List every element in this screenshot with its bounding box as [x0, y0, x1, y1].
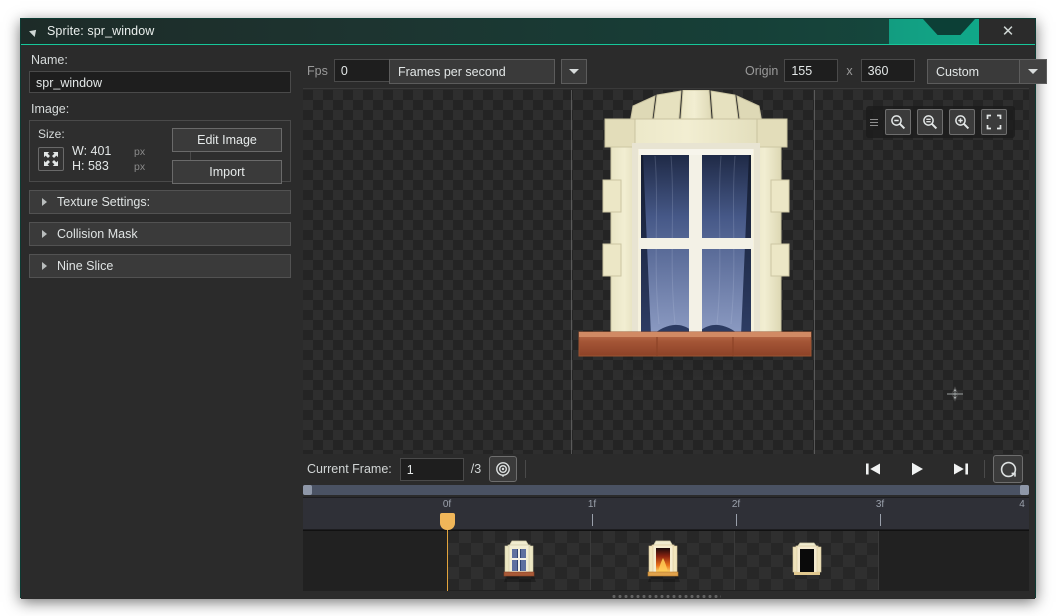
scrollbar-left-handle[interactable] [303, 485, 312, 495]
zoom-in-icon[interactable] [949, 109, 975, 135]
play-button[interactable] [902, 457, 932, 481]
current-frame-label: Current Frame: [307, 462, 392, 476]
name-label: Name: [31, 53, 68, 67]
screenshot-root: Sprite: spr_window ✕ Name: spr_window Im… [0, 0, 1056, 616]
frame-control-bar: Current Frame: 1 /3 [303, 454, 1029, 484]
skip-to-end-button[interactable] [946, 457, 976, 481]
ruler-tick-label: 2f [731, 499, 741, 510]
window-title: Sprite: spr_window [47, 24, 155, 38]
origin-crosshair-icon[interactable] [947, 386, 963, 402]
image-width-value: W: 401 [72, 144, 112, 158]
current-frame-input[interactable]: 1 [399, 457, 464, 481]
chevron-right-icon [42, 262, 47, 270]
playhead-handle[interactable] [440, 513, 455, 530]
editor-area: Fps 0 Frames per second Origin 155 x 360… [303, 53, 1047, 599]
frame-thumbnail-2[interactable] [591, 531, 735, 590]
fit-to-screen-icon[interactable] [981, 109, 1007, 135]
image-height-unit: px [134, 161, 146, 173]
image-size-box: Size: W: 401 px H: 583 px Edit Image Imp… [29, 120, 291, 184]
sprite-image-window-blue [578, 90, 812, 386]
fps-group: Fps 0 [307, 59, 402, 82]
playhead-line [446, 530, 448, 591]
scrollbar-right-handle[interactable] [1020, 485, 1029, 495]
origin-preset-value: Custom [936, 64, 980, 79]
loop-toggle-button[interactable] [993, 455, 1023, 483]
properties-panel: Name: spr_window Image: Size: W: 401 px … [29, 53, 291, 591]
import-button[interactable]: Import [172, 160, 282, 184]
chevron-down-icon [569, 69, 579, 74]
toolbar-grip-icon[interactable] [870, 118, 878, 126]
playback-mode-group: Frames per second [389, 59, 587, 84]
total-frames-label: /3 [470, 462, 482, 476]
origin-y-input[interactable]: 360 [860, 59, 915, 82]
timeline: 0f 1f 2f 3f 4 [303, 484, 1029, 599]
timeline-ruler[interactable]: 0f 1f 2f 3f 4 [303, 497, 1029, 530]
window-body: Name: spr_window Image: Size: W: 401 px … [21, 45, 1047, 599]
image-label: Image: [31, 102, 70, 116]
ruler-tick-label: 3f [875, 499, 885, 510]
section-nine-slice[interactable]: Nine Slice [29, 254, 291, 278]
sprite-name-input[interactable]: spr_window [29, 71, 291, 93]
frame-thumbnail-1[interactable] [447, 531, 591, 590]
section-nine-slice-label: Nine Slice [57, 259, 114, 273]
section-texture-settings[interactable]: Texture Settings: [29, 190, 291, 214]
resize-arrows-icon[interactable] [38, 146, 64, 171]
sprite-canvas[interactable] [303, 90, 1029, 454]
origin-label: Origin [745, 63, 779, 78]
playback-mode-value: Frames per second [398, 64, 506, 79]
chevron-right-icon [42, 198, 47, 206]
toolbar-divider [525, 460, 527, 478]
origin-x-input[interactable]: 155 [784, 59, 839, 82]
image-width-unit: px [134, 146, 146, 158]
canvas-zoom-toolbar [866, 106, 1015, 138]
playback-mode-dropdown[interactable]: Frames per second [389, 59, 555, 84]
frames-track[interactable] [303, 530, 1029, 591]
sprite-editor-window: Sprite: spr_window ✕ Name: spr_window Im… [20, 18, 1047, 599]
resize-grip-icon[interactable] [611, 594, 721, 599]
chevron-right-icon [42, 230, 47, 238]
ruler-tick-label: 4 [1019, 499, 1025, 510]
timeline-horizontal-scrollbar[interactable] [303, 484, 1029, 496]
ruler-tick-label: 1f [587, 499, 597, 510]
frame-thumbnail-3[interactable] [735, 531, 879, 590]
chevron-down-icon [1019, 60, 1046, 83]
scrollbar-track[interactable] [303, 485, 1029, 495]
fps-label: Fps [307, 63, 328, 78]
section-texture-settings-label: Texture Settings: [57, 195, 151, 209]
sprite-toolbar: Fps 0 Frames per second Origin 155 x 360… [303, 53, 1047, 89]
zoom-out-icon[interactable] [885, 109, 911, 135]
playback-mode-dropdown-arrow[interactable] [561, 59, 587, 84]
section-collision-mask-label: Collision Mask [57, 227, 138, 241]
close-icon[interactable]: ✕ [987, 19, 1029, 44]
origin-preset-dropdown[interactable]: Custom [927, 59, 1047, 84]
titlebar-notch [923, 19, 975, 35]
skip-to-start-button[interactable] [858, 457, 888, 481]
ruler-tick-label: 0f [442, 499, 452, 510]
origin-group: Origin 155 x 360 [745, 59, 947, 82]
onion-skin-icon[interactable] [489, 456, 518, 482]
section-collision-mask[interactable]: Collision Mask [29, 222, 291, 246]
origin-preset-group: Custom [927, 59, 1047, 84]
origin-separator: x [846, 63, 853, 78]
zoom-reset-icon[interactable] [917, 109, 943, 135]
frames-empty-area[interactable] [879, 531, 1029, 590]
image-height-value: H: 583 [72, 159, 109, 173]
transport-divider [984, 460, 985, 478]
edit-image-button[interactable]: Edit Image [172, 128, 282, 152]
window-titlebar: Sprite: spr_window ✕ [21, 19, 1035, 45]
